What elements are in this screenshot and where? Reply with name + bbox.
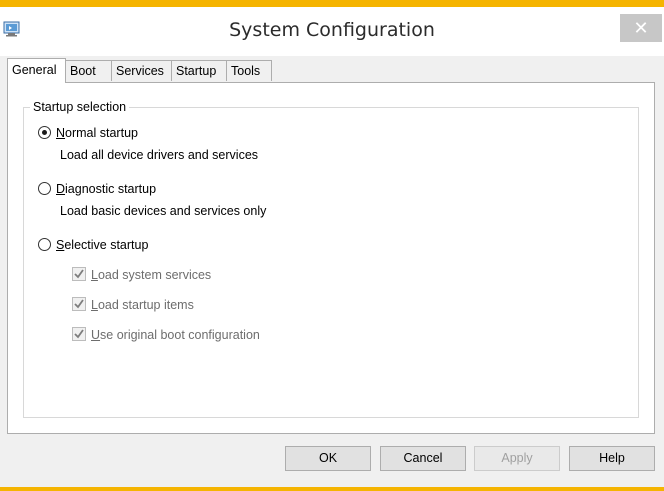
tab-startup[interactable]: Startup: [171, 60, 227, 81]
access-key: U: [91, 328, 101, 342]
label-text: iagnostic startup: [65, 182, 157, 196]
tab-label: Services: [116, 64, 164, 78]
taskbar-accent-stripe: [0, 487, 664, 491]
general-tab-panel: Startup selection Normal startup Load al…: [7, 82, 655, 434]
window-title: System Configuration: [229, 19, 435, 41]
ok-button[interactable]: OK: [285, 446, 371, 471]
radio-selected-dot: [42, 130, 47, 135]
tab-label: Boot: [70, 64, 96, 78]
normal-startup-description: Load all device drivers and services: [60, 148, 259, 162]
close-button[interactable]: ✕: [620, 14, 662, 42]
title-bar[interactable]: System Configuration ✕: [0, 7, 664, 56]
selective-startup-label[interactable]: Selective startup: [56, 238, 148, 252]
tab-label: Tools: [231, 64, 261, 78]
title-accent-stripe: [0, 0, 664, 7]
group-legend: Startup selection: [30, 100, 130, 114]
selective-startup-radio[interactable]: [38, 238, 51, 251]
label-text: elective startup: [64, 238, 149, 252]
cancel-button[interactable]: Cancel: [380, 446, 466, 471]
diagnostic-startup-description: Load basic devices and services only: [60, 204, 267, 218]
label-text: ormal startup: [65, 126, 138, 140]
use-original-boot-configuration-checkbox[interactable]: [72, 327, 86, 341]
load-system-services-checkbox[interactable]: [72, 267, 86, 281]
tab-general[interactable]: General: [7, 58, 66, 83]
diagnostic-startup-label[interactable]: Diagnostic startup: [56, 182, 156, 196]
startup-selection-group: Startup selection Normal startup Load al…: [23, 100, 639, 418]
load-system-services-label[interactable]: Load system services: [91, 268, 211, 282]
tab-boot[interactable]: Boot: [65, 60, 112, 81]
access-key: N: [56, 126, 66, 140]
load-startup-items-checkbox[interactable]: [72, 297, 86, 311]
tab-label: Startup: [176, 64, 217, 78]
tab-tools[interactable]: Tools: [226, 60, 272, 81]
use-original-boot-configuration-label[interactable]: Use original boot configuration: [91, 328, 260, 342]
label-text: se original boot configuration: [100, 328, 260, 342]
normal-startup-label[interactable]: Normal startup: [56, 126, 138, 140]
close-icon: ✕: [633, 18, 649, 38]
access-key: D: [56, 182, 66, 196]
tab-services[interactable]: Services: [111, 60, 172, 81]
access-key: L: [91, 268, 98, 282]
system-configuration-window: System Configuration ✕ General Boot Serv…: [0, 0, 664, 491]
diagnostic-startup-radio[interactable]: [38, 182, 51, 195]
checkmark-icon: [74, 299, 84, 309]
checkmark-icon: [74, 269, 84, 279]
label-text: oad startup items: [97, 298, 194, 312]
access-key: L: [91, 298, 98, 312]
checkmark-icon: [74, 329, 84, 339]
load-startup-items-label[interactable]: Load startup items: [91, 298, 194, 312]
help-button[interactable]: Help: [569, 446, 655, 471]
label-text: oad system services: [97, 268, 212, 282]
apply-button[interactable]: Apply: [474, 446, 560, 471]
tab-label: General: [12, 63, 57, 77]
normal-startup-radio[interactable]: [38, 126, 51, 139]
